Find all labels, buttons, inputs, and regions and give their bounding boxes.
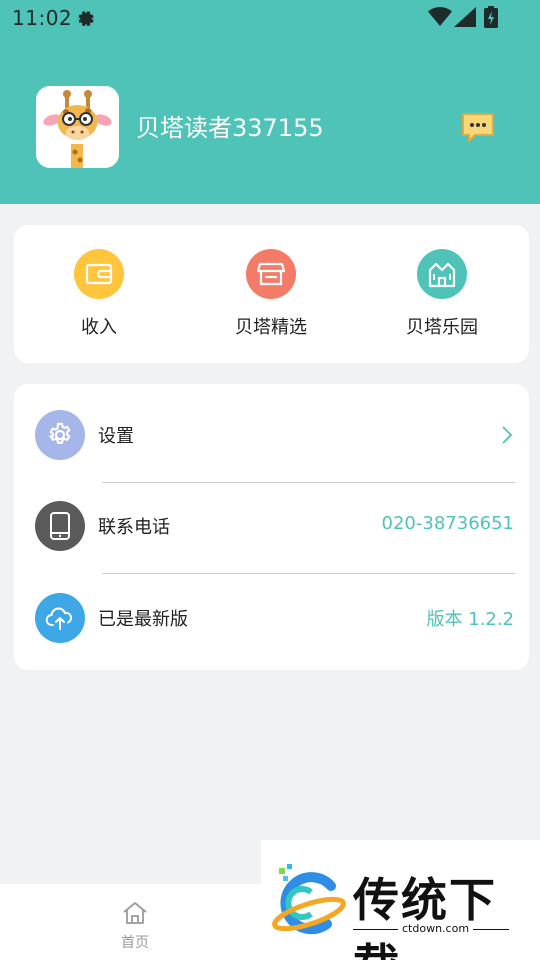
shortcuts-card: 收入 贝塔精选 贝塔乐园 [14,225,529,363]
row-label: 设置 [98,426,134,447]
watermark-logo [272,864,346,935]
settings-row[interactable]: 设置 [14,395,529,475]
avatar[interactable] [36,86,119,168]
store-icon [246,249,296,299]
castle-icon [417,249,467,299]
status-bar: 11:02 [0,0,540,36]
signal-icon [454,7,476,31]
shortcut-income[interactable]: 收入 [39,249,159,339]
shortcut-label: 贝塔乐园 [406,317,478,338]
shortcut-featured[interactable]: 贝塔精选 [211,249,331,339]
wifi-icon [428,7,452,31]
shortcut-park[interactable]: 贝塔乐园 [382,249,502,339]
divider [102,482,515,483]
wallet-icon [74,249,124,299]
shortcut-label: 收入 [81,317,117,338]
watermark: 传统下载 ctdown.com [261,840,540,960]
phone-icon [35,501,85,551]
username: 贝塔读者337155 [136,114,324,142]
row-label: 已是最新版 [98,609,188,630]
version-text: 版本 1.2.2 [426,609,514,630]
divider [102,573,515,574]
shortcut-label: 贝塔精选 [235,317,307,338]
status-time: 11:02 [12,6,73,30]
row-label: 联系电话 [98,517,170,538]
watermark-text: 传统下载 [353,873,497,960]
gear-icon [74,8,96,34]
version-row[interactable]: 已是最新版 版本 1.2.2 [14,578,529,658]
menu-card: 设置 联系电话 020-38736651 已是最新版 版本 1.2.2 [14,384,529,670]
home-icon [121,902,149,930]
nav-home[interactable]: 首页 [110,900,160,952]
phone-number[interactable]: 020-38736651 [382,513,514,534]
battery-icon [484,6,498,32]
chevron-right-icon [501,425,513,449]
cloud-upload-icon [35,593,85,643]
gear-icon [35,410,85,460]
message-icon[interactable] [460,111,496,145]
contact-phone-row[interactable]: 联系电话 020-38736651 [14,486,529,566]
nav-home-label: 首页 [121,935,149,951]
watermark-url: ctdown.com [398,922,474,935]
profile-header: 11:02 贝塔读者337155 [0,0,540,204]
